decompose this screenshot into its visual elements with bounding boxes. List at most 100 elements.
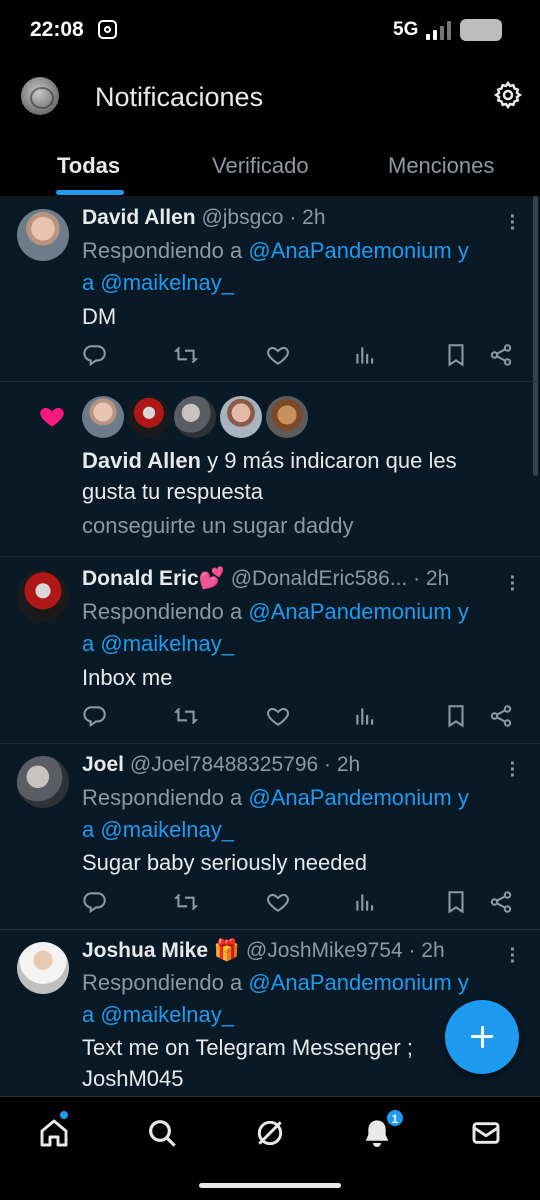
home-icon[interactable] (38, 1117, 70, 1149)
notification-like[interactable]: David Allen y 9 más indicaron que les gu… (0, 382, 540, 557)
author-name[interactable]: David Allen (82, 206, 196, 229)
more-options-icon[interactable]: · · · (504, 207, 522, 239)
post-time: · 2h (413, 567, 450, 590)
bookmark-icon[interactable] (443, 342, 469, 368)
post-time: · 2h (289, 206, 326, 229)
avatar[interactable] (17, 942, 69, 994)
reply-prefix-2: a (82, 631, 95, 656)
post-text: Sugar baby seriously needed (82, 850, 367, 875)
views-icon[interactable] (352, 889, 378, 915)
mention-link[interactable]: @AnaPandemonium (248, 785, 451, 810)
liker-name[interactable]: David Allen (82, 448, 201, 473)
views-icon[interactable] (352, 342, 378, 368)
liker-avatars (82, 396, 312, 438)
notification-reply[interactable]: Joel @Joel78488325796 · 2h · · · Respondie… (0, 744, 540, 930)
action-bar (82, 703, 522, 733)
author-handle: @jbsgco (201, 206, 284, 229)
author-handle: @JoshMike9754 (245, 939, 403, 962)
avatar[interactable] (128, 396, 170, 438)
reply-prefix-2: a (82, 1002, 95, 1027)
home-new-dot (60, 1111, 68, 1119)
action-bar (82, 889, 522, 919)
author-name[interactable]: Donald Eric💕 (82, 567, 225, 590)
header: Notificaciones Todas Verificado Mencione… (0, 60, 540, 196)
instagram-icon (98, 20, 117, 39)
like-icon[interactable] (265, 703, 291, 729)
share-icon[interactable] (488, 889, 514, 915)
compose-button[interactable] (445, 1000, 519, 1074)
mention-link[interactable]: @maikelnay_ (100, 817, 234, 842)
avatar[interactable] (220, 396, 262, 438)
avatar[interactable] (82, 396, 124, 438)
mention-link[interactable]: @maikelnay_ (100, 1002, 234, 1027)
grok-icon[interactable] (254, 1117, 286, 1149)
post-time: · 2h (408, 939, 445, 962)
liked-post-preview: conseguirte un sugar daddy (82, 513, 354, 538)
tab-menciones[interactable]: Menciones (388, 153, 494, 179)
mail-icon[interactable] (470, 1117, 502, 1149)
repost-icon[interactable] (173, 889, 199, 915)
like-icon[interactable] (265, 889, 291, 915)
author-name[interactable]: Joshua Mike 🎁 (82, 939, 240, 962)
views-icon[interactable] (352, 703, 378, 729)
share-icon[interactable] (488, 342, 514, 368)
avatar[interactable] (266, 396, 308, 438)
repost-icon[interactable] (173, 342, 199, 368)
reply-conj: y (457, 599, 469, 624)
notification-count-badge: 1 (386, 1109, 404, 1127)
post-text: DM (82, 304, 117, 329)
like-summary-line2: gusta tu respuesta (82, 479, 264, 504)
reply-conj: y (457, 970, 469, 995)
avatar[interactable] (17, 209, 69, 261)
mention-link[interactable]: @AnaPandemonium (248, 599, 451, 624)
author-handle: @Joel78488325796 (129, 753, 319, 776)
search-icon[interactable] (146, 1117, 178, 1149)
tab-todas[interactable]: Todas (57, 153, 120, 179)
more-options-icon[interactable]: · · · (504, 754, 522, 786)
repost-icon[interactable] (173, 703, 199, 729)
status-time: 22:08 (30, 18, 84, 41)
like-summary: y 9 más indicaron que les (207, 448, 457, 473)
settings-gear-icon[interactable] (493, 80, 523, 110)
post-time: · 2h (324, 753, 361, 776)
bookmark-icon[interactable] (443, 703, 469, 729)
reply-prefix: Respondiendo a (82, 785, 243, 810)
more-options-icon[interactable]: · · · (504, 940, 522, 972)
reply-prefix: Respondiendo a (82, 599, 243, 624)
reply-prefix-2: a (82, 270, 95, 295)
tab-verificado[interactable]: Verificado (212, 153, 309, 179)
tab-bar: Todas Verificado Menciones (0, 146, 540, 196)
gesture-bar[interactable] (199, 1183, 341, 1188)
battery-icon (460, 19, 502, 41)
mention-link[interactable]: @AnaPandemonium (248, 238, 451, 263)
avatar[interactable] (174, 396, 216, 438)
post-text: JoshM045 (82, 1066, 184, 1091)
action-bar (82, 342, 522, 372)
reply-icon[interactable] (82, 703, 108, 729)
active-tab-indicator (56, 190, 124, 195)
profile-avatar[interactable] (21, 77, 59, 115)
mention-link[interactable]: @maikelnay_ (100, 270, 234, 295)
reply-prefix: Respondiendo a (82, 238, 243, 263)
share-icon[interactable] (488, 703, 514, 729)
reply-icon[interactable] (82, 889, 108, 915)
post-text: Text me on Telegram Messenger ; (82, 1035, 413, 1060)
like-icon[interactable] (265, 342, 291, 368)
reply-conj: y (457, 238, 469, 263)
notifications-feed[interactable]: David Allen @jbsgco · 2h · · · Respondiend… (0, 196, 540, 1096)
notification-reply[interactable]: David Allen @jbsgco · 2h · · · Respondiend… (0, 196, 540, 382)
author-handle: @DonaldEric586... (230, 567, 408, 590)
mention-link[interactable]: @AnaPandemonium (248, 970, 451, 995)
avatar[interactable] (17, 570, 69, 622)
reply-prefix: Respondiendo a (82, 970, 243, 995)
more-options-icon[interactable]: · · · (504, 568, 522, 600)
reply-icon[interactable] (82, 342, 108, 368)
reply-prefix-2: a (82, 817, 95, 842)
bookmark-icon[interactable] (443, 889, 469, 915)
notification-reply[interactable]: Donald Eric💕 @DonaldEric586... · 2h · · · … (0, 557, 540, 744)
mention-link[interactable]: @maikelnay_ (100, 631, 234, 656)
avatar[interactable] (17, 756, 69, 808)
author-name[interactable]: Joel (82, 753, 124, 776)
status-bar: 22:08 5G (0, 0, 540, 60)
network-type: 5G (393, 19, 419, 40)
